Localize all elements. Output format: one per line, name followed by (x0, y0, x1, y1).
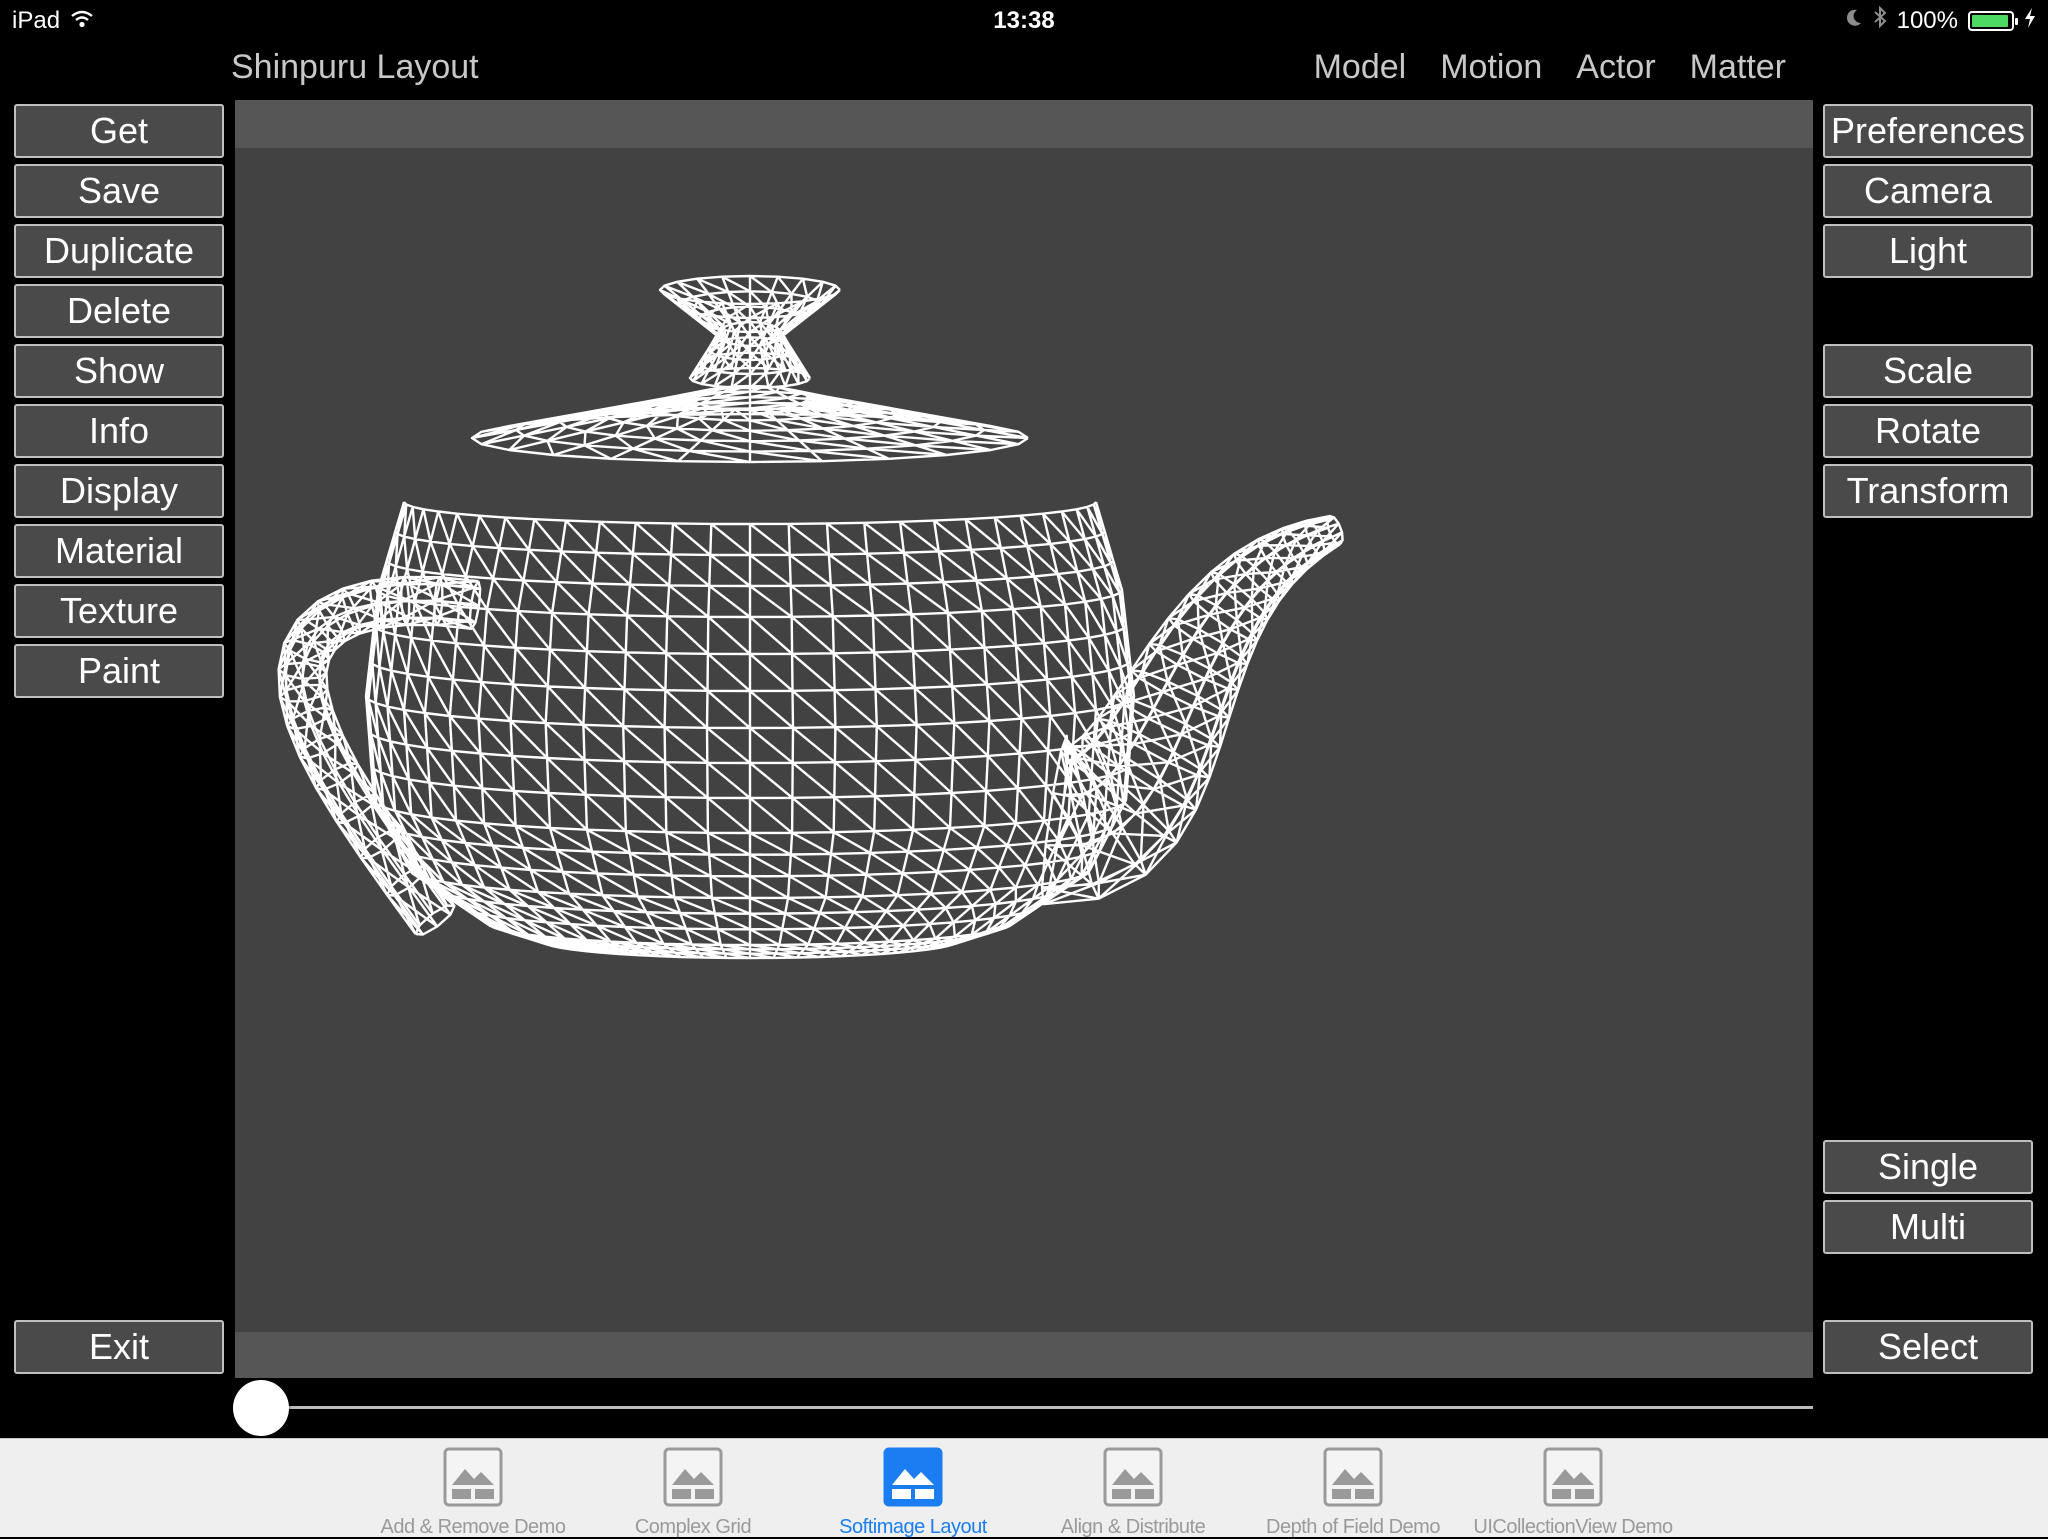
clock: 13:38 (993, 7, 1055, 34)
photo-icon (363, 1447, 583, 1512)
scale-button[interactable]: Scale (1823, 344, 2033, 398)
app-title: Shinpuru Layout (231, 48, 479, 86)
tab-complex-grid[interactable]: Complex Grid (583, 1447, 803, 1539)
photo-icon (1023, 1447, 1243, 1512)
transform-button[interactable]: Transform (1823, 464, 2033, 518)
multi-button[interactable]: Multi (1823, 1200, 2033, 1254)
tab-uicollectionview-demo[interactable]: UICollectionView Demo (1463, 1447, 1683, 1539)
timeline-slider-track[interactable] (260, 1406, 1813, 1409)
light-button[interactable]: Light (1823, 224, 2033, 278)
select-button[interactable]: Select (1823, 1320, 2033, 1374)
material-button[interactable]: Material (14, 524, 224, 578)
tab-align-distribute[interactable]: Align & Distribute (1023, 1447, 1243, 1539)
save-button[interactable]: Save (14, 164, 224, 218)
3d-viewport[interactable] (235, 100, 1813, 1378)
rotate-button[interactable]: Rotate (1823, 404, 2033, 458)
info-button[interactable]: Info (14, 404, 224, 458)
timeline-slider-thumb[interactable] (233, 1380, 289, 1436)
tab-add-remove-demo[interactable]: Add & Remove Demo (363, 1447, 583, 1539)
status-bar: iPad 13:38 100% (0, 0, 2048, 40)
battery-percent: 100% (1896, 6, 1958, 34)
paint-button[interactable]: Paint (14, 644, 224, 698)
show-button[interactable]: Show (14, 344, 224, 398)
photo-icon (1463, 1447, 1683, 1512)
photo-icon (803, 1447, 1023, 1512)
battery-icon (1968, 10, 2018, 31)
duplicate-button[interactable]: Duplicate (14, 224, 224, 278)
tab-softimage-layout[interactable]: Softimage Layout (803, 1447, 1023, 1539)
texture-button[interactable]: Texture (14, 584, 224, 638)
menu-model[interactable]: Model (1314, 48, 1407, 87)
get-button[interactable]: Get (14, 104, 224, 158)
display-button[interactable]: Display (14, 464, 224, 518)
bolt-icon (2024, 7, 2036, 35)
tab-depth-of-field-demo[interactable]: Depth of Field Demo (1243, 1447, 1463, 1539)
menu-matter[interactable]: Matter (1690, 48, 1786, 87)
single-button[interactable]: Single (1823, 1140, 2033, 1194)
camera-button[interactable]: Camera (1823, 164, 2033, 218)
delete-button[interactable]: Delete (14, 284, 224, 338)
photo-icon (1243, 1447, 1463, 1512)
teapot-wireframe (277, 274, 1344, 960)
tab-bar: Add & Remove Demo Complex Grid Softimage… (0, 1438, 2048, 1539)
teapot-mesh (277, 274, 1344, 960)
menu-actor[interactable]: Actor (1576, 48, 1655, 87)
main-menu: Model Motion Actor Matter (1314, 48, 1786, 87)
menu-motion[interactable]: Motion (1440, 48, 1542, 87)
photo-icon (583, 1447, 803, 1512)
exit-button[interactable]: Exit (14, 1320, 224, 1374)
moon-icon (1845, 7, 1863, 35)
bluetooth-icon (1873, 5, 1887, 35)
preferences-button[interactable]: Preferences (1823, 104, 2033, 158)
